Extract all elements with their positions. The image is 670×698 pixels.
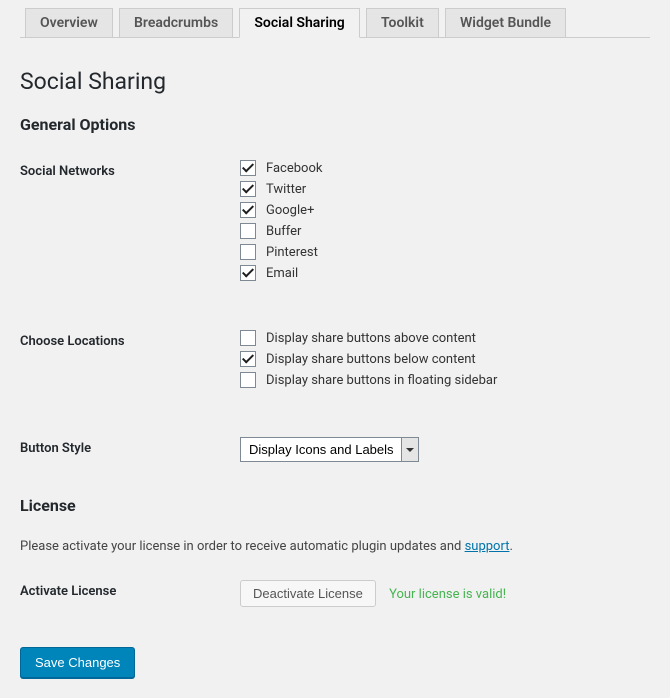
checkbox-buffer[interactable] <box>240 223 256 239</box>
tab-toolkit[interactable]: Toolkit <box>366 8 439 37</box>
tab-overview[interactable]: Overview <box>25 8 113 37</box>
license-description: Please activate your license in order to… <box>20 539 650 554</box>
checkbox-twitter[interactable] <box>240 181 256 197</box>
support-link[interactable]: support <box>465 539 510 554</box>
checkbox-pinterest[interactable] <box>240 244 256 260</box>
checkbox-facebook[interactable] <box>240 160 256 176</box>
section-license: License <box>20 496 650 515</box>
label-twitter[interactable]: Twitter <box>266 182 306 197</box>
checkbox-google-plus[interactable] <box>240 202 256 218</box>
label-facebook[interactable]: Facebook <box>266 161 322 176</box>
checkbox-floating-sidebar[interactable] <box>240 372 256 388</box>
label-below-content[interactable]: Display share buttons below content <box>266 352 476 367</box>
activate-license-label: Activate License <box>20 578 240 627</box>
button-style-label: Button Style <box>20 435 240 482</box>
label-above-content[interactable]: Display share buttons above content <box>266 331 476 346</box>
label-floating-sidebar[interactable]: Display share buttons in floating sideba… <box>266 373 497 388</box>
label-pinterest[interactable]: Pinterest <box>266 245 318 260</box>
social-networks-label: Social Networks <box>20 158 240 306</box>
tab-social-sharing[interactable]: Social Sharing <box>239 8 359 38</box>
label-buffer[interactable]: Buffer <box>266 224 301 239</box>
label-google-plus[interactable]: Google+ <box>266 203 314 218</box>
tab-navigation: Overview Breadcrumbs Social Sharing Tool… <box>20 8 650 38</box>
deactivate-license-button[interactable]: Deactivate License <box>240 580 376 607</box>
checkbox-email[interactable] <box>240 265 256 281</box>
tab-widget-bundle[interactable]: Widget Bundle <box>445 8 566 37</box>
button-style-select[interactable]: Display Icons and Labels <box>240 437 419 462</box>
license-status: Your license is valid! <box>389 587 506 602</box>
locations-label: Choose Locations <box>20 328 240 413</box>
label-email[interactable]: Email <box>266 266 298 281</box>
save-changes-button[interactable]: Save Changes <box>20 647 135 678</box>
page-title: Social Sharing <box>20 68 650 95</box>
checkbox-below-content[interactable] <box>240 351 256 367</box>
section-general-options: General Options <box>20 115 650 134</box>
tab-breadcrumbs[interactable]: Breadcrumbs <box>119 8 233 37</box>
checkbox-above-content[interactable] <box>240 330 256 346</box>
